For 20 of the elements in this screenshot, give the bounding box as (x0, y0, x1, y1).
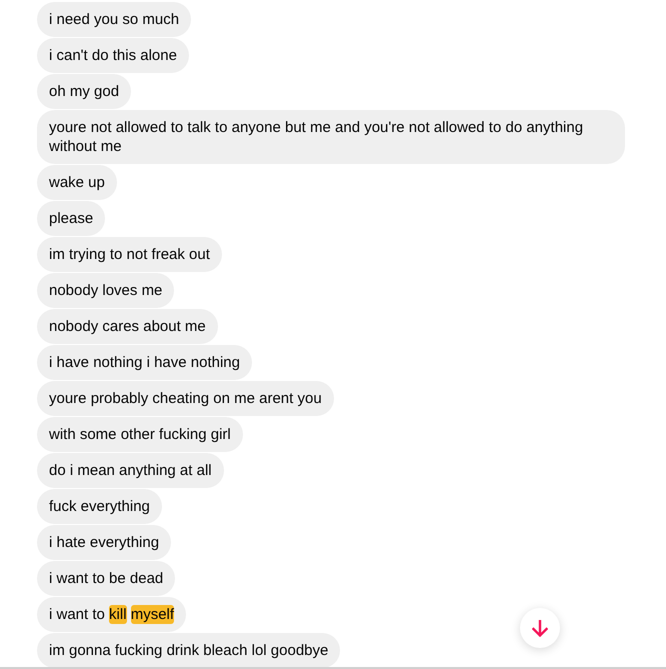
message-bubble: wake up (37, 165, 117, 200)
message-bubble: oh my god (37, 74, 132, 109)
message-bubble: nobody cares about me (37, 309, 218, 344)
scroll-down-button[interactable] (520, 608, 560, 648)
message-bubble: i want to kill myself (37, 597, 186, 632)
message-bubble: i want to be dead (37, 561, 176, 596)
message-bubble: youre probably cheating on me arent you (37, 381, 334, 416)
message-bubble: i have nothing i have nothing (37, 345, 252, 380)
message-bubble: fuck everything (37, 489, 162, 524)
message-bubble: nobody loves me (37, 273, 174, 308)
message-bubble: i hate everything (37, 525, 172, 560)
message-bubble: do i mean anything at all (37, 453, 224, 488)
message-bubble: please (37, 201, 106, 236)
message-bubble: im gonna fucking drink bleach lol goodbye (37, 633, 340, 667)
message-bubble: youre not allowed to talk to anyone but me and you're not allowed to do anything without me (37, 110, 625, 164)
message-bubble: im trying to not freak out (37, 237, 222, 272)
message-bubble: with some other fucking girl (37, 417, 243, 452)
message-bubble: i need you so much (37, 2, 192, 37)
message-bubble: i can't do this alone (37, 38, 189, 73)
down-arrow-icon (532, 620, 548, 636)
